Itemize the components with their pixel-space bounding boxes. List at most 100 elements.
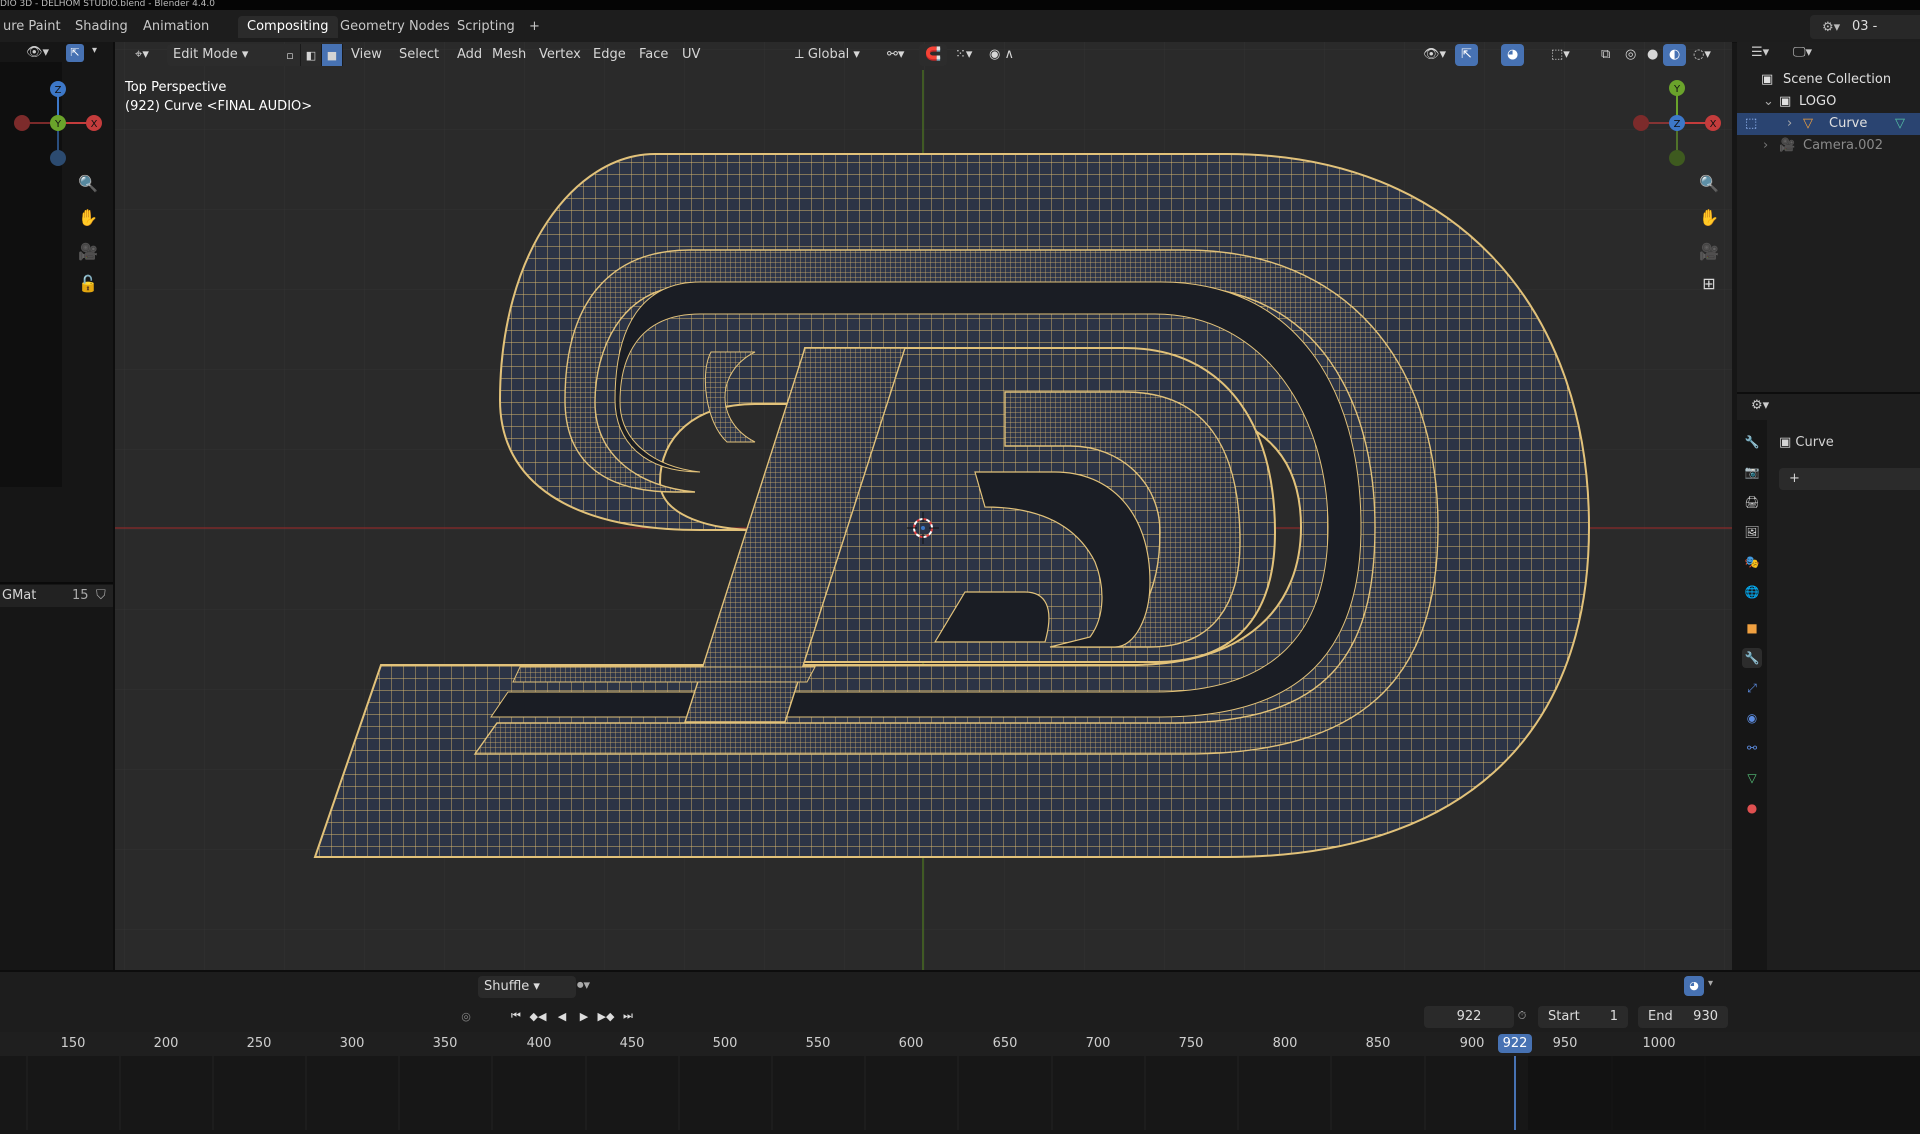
expand-chevron-icon[interactable]: ⌄ [1763,91,1774,113]
playhead-label[interactable]: 922 [1498,1034,1532,1053]
tab-animation[interactable]: Animation [134,16,218,38]
editor-type-icon[interactable]: ⌖▾ [129,44,155,66]
edge-select-icon[interactable]: ◧ [301,44,322,66]
menu-select[interactable]: Select [393,44,445,66]
end-frame-field[interactable]: End 930 [1638,1006,1728,1028]
add-modifier-button[interactable]: + [1779,468,1920,490]
shading-material-icon[interactable]: ◐ [1663,44,1687,66]
prev-keyframe-icon[interactable]: ◆◀ [528,1006,548,1026]
expand-chevron-icon[interactable]: › [1787,113,1792,135]
outliner-item-camera[interactable]: › 🎥 Camera.002 [1737,135,1920,157]
lock-icon[interactable]: 🔓 [75,270,101,296]
proportional-edit-icon[interactable]: ◉ ∧ [983,44,1020,66]
auto-key-icon[interactable]: ⏺▾ [577,978,590,993]
scene-selector[interactable]: ⚙▾ 03 - Eevee [1810,15,1920,58]
current-frame-field[interactable]: 922 [1424,1006,1514,1028]
camera-view-icon[interactable]: 🎥 [1696,238,1722,264]
expand-chevron-icon[interactable]: › [1763,135,1768,157]
ruler-tick: 350 [432,1036,458,1051]
view-layer-tab-icon[interactable]: 🖼 [1742,522,1762,542]
world-tab-icon[interactable]: 🌐 [1742,582,1762,602]
record-icon[interactable]: ◎ [456,1006,476,1026]
hand-pan-icon-right[interactable]: ✋ [1696,204,1722,230]
jump-start-icon[interactable]: ⏮ [506,1006,526,1026]
properties-type-icon[interactable]: ⚙▾ [1751,398,1769,413]
gizmo-toggle-icon-2[interactable]: ⇱ [1455,44,1478,66]
tool-tab-icon[interactable]: 🔧 [1742,432,1762,452]
material-name: GMat [2,588,37,603]
stopwatch-icon[interactable]: ⏱ [1512,1006,1532,1026]
output-tab-icon[interactable]: 🖨 [1742,492,1762,512]
xray-toggle-icon[interactable]: ⧉ [1595,44,1616,66]
add-workspace-button[interactable]: + [520,16,549,38]
particles-tab-icon[interactable]: ⤢ [1742,678,1762,698]
frame-ruler[interactable]: 150 200 250 300 350 400 450 500 550 600 … [0,1032,1920,1057]
zoom-icon[interactable]: 🔍 [75,170,101,196]
zoom-icon-right[interactable]: 🔍 [1696,170,1722,196]
constraints-tab-icon[interactable]: ⚯ [1742,738,1762,758]
jump-end-icon[interactable]: ⏭ [618,1006,638,1026]
hand-pan-icon[interactable]: ✋ [75,204,101,230]
tab-geometry-nodes[interactable]: Geometry Nodes [331,16,459,38]
keying-label: Shuffle [484,979,530,994]
visibility-toggle-icon[interactable]: 👁▾ [1417,44,1452,66]
window-title: DIO 3D - DELHOM STUDIO.blend - Blender 4… [0,0,1920,10]
outliner-scene-collection[interactable]: ▣ Scene Collection [1737,69,1920,91]
transform-orientation-dropdown[interactable]: ⟂ Global ▾ [789,44,866,66]
overlay-toggle-icon[interactable]: ◕ [1501,44,1525,66]
left-navigation-gizmo[interactable]: Z Y X [6,78,106,168]
menu-add[interactable]: Add [451,44,488,66]
start-frame-field[interactable]: Start 1 [1538,1006,1628,1028]
tab-shading[interactable]: Shading [66,16,137,38]
physics-tab-icon[interactable]: ◉ [1742,708,1762,728]
tab-scripting[interactable]: Scripting [448,16,524,38]
scene-tab-icon[interactable]: 🎭 [1742,552,1762,572]
face-select-icon[interactable]: ■ [322,44,343,66]
menu-mesh[interactable]: Mesh [486,44,532,66]
menu-face[interactable]: Face [633,44,674,66]
tab-texture-paint[interactable]: ure Paint [0,16,70,38]
menu-view[interactable]: View [345,44,388,66]
outliner-item-curve[interactable]: ⬚ › ▽ Curve ▽ [1737,113,1920,135]
object-tab-icon[interactable]: ■ [1742,618,1762,638]
right-navigation-gizmo[interactable]: Y Z X [1630,78,1730,168]
shading-wireframe-icon[interactable]: ◎ [1619,44,1642,66]
gizmo-toggle-icon[interactable]: ⇱ [66,44,84,62]
data-tab-icon[interactable]: ▽ [1742,768,1762,788]
snap-target-icon[interactable]: ⁙▾ [949,44,978,66]
shading-rendered-icon[interactable]: ◌▾ [1687,44,1717,66]
chevron-down-icon[interactable]: ▾ [92,45,97,56]
play-reverse-icon[interactable]: ◀ [552,1006,572,1026]
tab-compositing[interactable]: Compositing [238,16,338,38]
vertex-select-icon[interactable]: ▫ [280,44,301,66]
render-tab-icon[interactable]: 📷 [1742,462,1762,482]
menu-uv[interactable]: UV [676,44,706,66]
material-tab-icon[interactable]: ● [1742,798,1762,818]
next-keyframe-icon[interactable]: ▶◆ [596,1006,616,1026]
mode-dropdown[interactable]: Edit Mode ▾ [167,44,283,66]
keying-dropdown[interactable]: Shuffle ▾ [478,976,576,998]
outliner-collection[interactable]: ⌄ ▣ LOGO VECTORIZAD [1737,91,1920,131]
mesh-overlay-icon[interactable]: ⬚▾ [1545,44,1576,66]
mesh-data-icon[interactable]: ▽ [1895,113,1905,135]
shield-icon[interactable]: ⛉ [96,588,106,603]
visibility-icon[interactable]: 👁▾ [26,45,49,60]
snap-toggle-icon[interactable]: 🧲 [919,44,948,66]
outliner-type-icon[interactable]: ☰▾ [1751,42,1769,64]
perspective-toggle-icon[interactable]: ⊞ [1696,270,1722,296]
object-data-icon: ▣ [1779,435,1796,450]
pivot-icon[interactable]: ⚯▾ [881,44,910,66]
play-icon[interactable]: ▶ [574,1006,594,1026]
chevron-down-icon[interactable]: ▾ [1708,978,1713,989]
timeline-tracks[interactable] [0,1056,1920,1130]
modifier-tab-icon[interactable]: 🔧 [1742,648,1762,668]
menu-edge[interactable]: Edge [587,44,632,66]
material-slot-row[interactable]: GMat 15 ⛉ [0,585,113,607]
shading-solid-icon[interactable]: ● [1641,44,1664,66]
3d-viewport[interactable] [115,42,1732,970]
display-mode-icon[interactable]: 🖵▾ [1793,42,1812,64]
menu-vertex[interactable]: Vertex [533,44,587,66]
edit-mode-icon[interactable]: ⬚ [1745,113,1757,135]
timeline-overlay-icon[interactable]: ◕ [1684,976,1704,996]
camera-icon[interactable]: 🎥 [75,238,101,264]
